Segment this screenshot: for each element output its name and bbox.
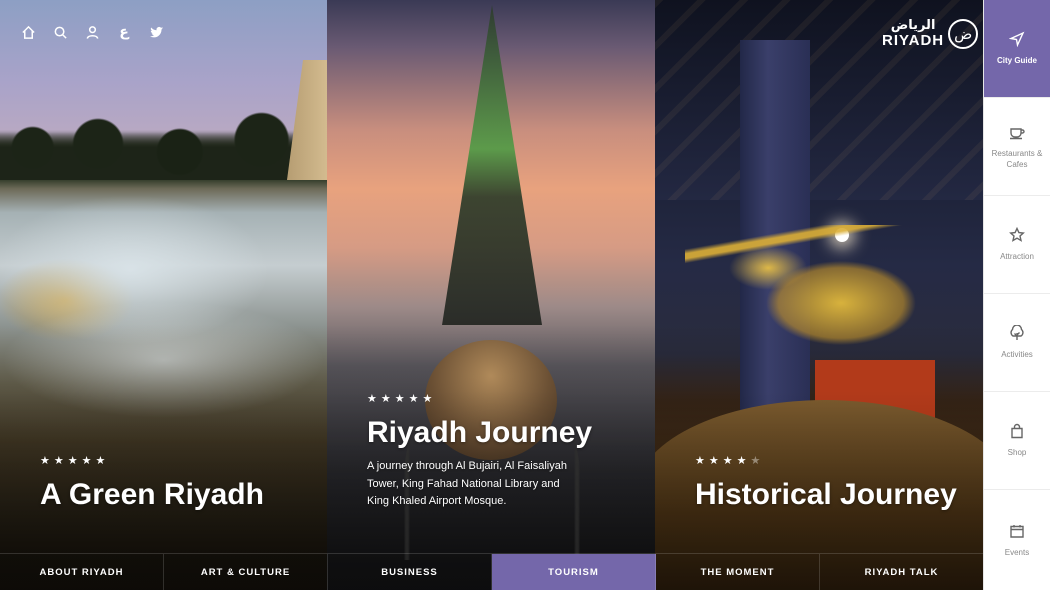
top-icon-bar: ع: [20, 24, 164, 40]
star-icon: [1009, 227, 1025, 242]
logo-arabic-text: الرياض: [890, 18, 936, 33]
nav-about-riyadh[interactable]: ABOUT RIYADH: [0, 554, 164, 590]
logo-english-text: RIYADH: [882, 32, 945, 49]
panel-green-riyadh[interactable]: ★ ★ ★ ★ ★ A Green Riyadh: [0, 0, 327, 590]
panel-title[interactable]: A Green Riyadh: [40, 478, 264, 512]
nav-business[interactable]: BUSINESS: [328, 554, 492, 590]
sidebar-item-label: Attraction: [1000, 252, 1034, 261]
rating-stars: ★ ★ ★ ★ ★: [40, 455, 105, 466]
star-icon: ★: [40, 454, 50, 467]
nav-the-moment[interactable]: THE MOMENT: [656, 554, 820, 590]
sidebar-item-label: Activities: [1001, 350, 1033, 359]
nav-riyadh-talk[interactable]: RIYADH TALK: [820, 554, 983, 590]
sidebar-item-label: Events: [1004, 547, 1030, 557]
arabic-language-icon[interactable]: ع: [116, 24, 132, 40]
star-icon: ★: [380, 392, 391, 405]
rating-stars: ★ ★ ★ ★ ★: [367, 393, 432, 404]
sidebar-item-city-guide[interactable]: City Guide: [984, 0, 1050, 98]
navigation-arrow-icon: [1009, 31, 1025, 47]
hero-stage: ★ ★ ★ ★ ★ A Green Riyadh ★ ★ ★ ★ ★ Riyad…: [0, 0, 983, 590]
panel-title[interactable]: Historical Journey: [695, 478, 957, 512]
star-icon: ★: [394, 392, 405, 405]
tree-icon: [1010, 325, 1024, 340]
tree-line: [0, 100, 327, 180]
sidebar-item-activities[interactable]: Activities: [984, 294, 1050, 392]
riyadh-logo[interactable]: الرياض RIYADH ض: [882, 19, 979, 49]
star-icon: ★: [722, 454, 733, 467]
logo-mark-icon: ض: [948, 19, 979, 49]
star-icon: ★: [81, 454, 92, 467]
panel-description: A journey through Al Bujairi, Al Faisali…: [367, 460, 567, 507]
tower-spire: [442, 5, 542, 325]
calendar-icon: [1010, 524, 1024, 538]
sidebar-item-label: Restaurants & Cafes: [991, 148, 1043, 169]
star-icon: ★: [95, 454, 106, 467]
search-icon[interactable]: [52, 24, 68, 40]
star-icon: ★: [53, 454, 64, 467]
sidebar-item-label: City Guide: [996, 56, 1037, 65]
logo-wordmark: الرياض RIYADH: [882, 19, 944, 49]
nav-art-culture[interactable]: ART & CULTURE: [164, 554, 328, 590]
star-icon: ★: [750, 454, 761, 467]
nav-tourism[interactable]: TOURISM: [492, 554, 656, 590]
home-icon[interactable]: [20, 24, 36, 40]
panel-historical-journey[interactable]: ★ ★ ★ ★ ★ Historical Journey: [655, 0, 983, 590]
right-sidebar: City Guide Restaurants & Cafes Attractio…: [983, 0, 1050, 590]
sidebar-item-shop[interactable]: Shop: [984, 392, 1050, 490]
star-icon: ★: [408, 392, 419, 405]
user-icon[interactable]: [84, 24, 100, 40]
shopping-bag-icon: [1011, 423, 1023, 439]
panel-title[interactable]: Riyadh Journey: [367, 416, 592, 450]
star-icon: ★: [367, 392, 377, 405]
bottom-navigation: ABOUT RIYADH ART & CULTURE BUSINESS TOUR…: [0, 553, 983, 590]
star-icon: ★: [695, 454, 705, 467]
star-icon: ★: [736, 454, 747, 467]
sidebar-item-label: Shop: [1007, 448, 1027, 457]
star-icon: ★: [67, 454, 78, 467]
panel-riyadh-journey[interactable]: ★ ★ ★ ★ ★ Riyadh Journey A journey throu…: [327, 0, 655, 590]
coffee-cup-icon: [1010, 127, 1025, 139]
twitter-icon[interactable]: [148, 24, 164, 40]
star-icon: ★: [708, 454, 719, 467]
sidebar-item-attraction[interactable]: Attraction: [984, 196, 1050, 294]
sidebar-item-restaurants-cafes[interactable]: Restaurants & Cafes: [984, 98, 1050, 196]
star-icon: ★: [422, 392, 433, 405]
sidebar-item-events[interactable]: Events: [984, 490, 1050, 590]
rating-stars: ★ ★ ★ ★ ★: [695, 455, 760, 466]
